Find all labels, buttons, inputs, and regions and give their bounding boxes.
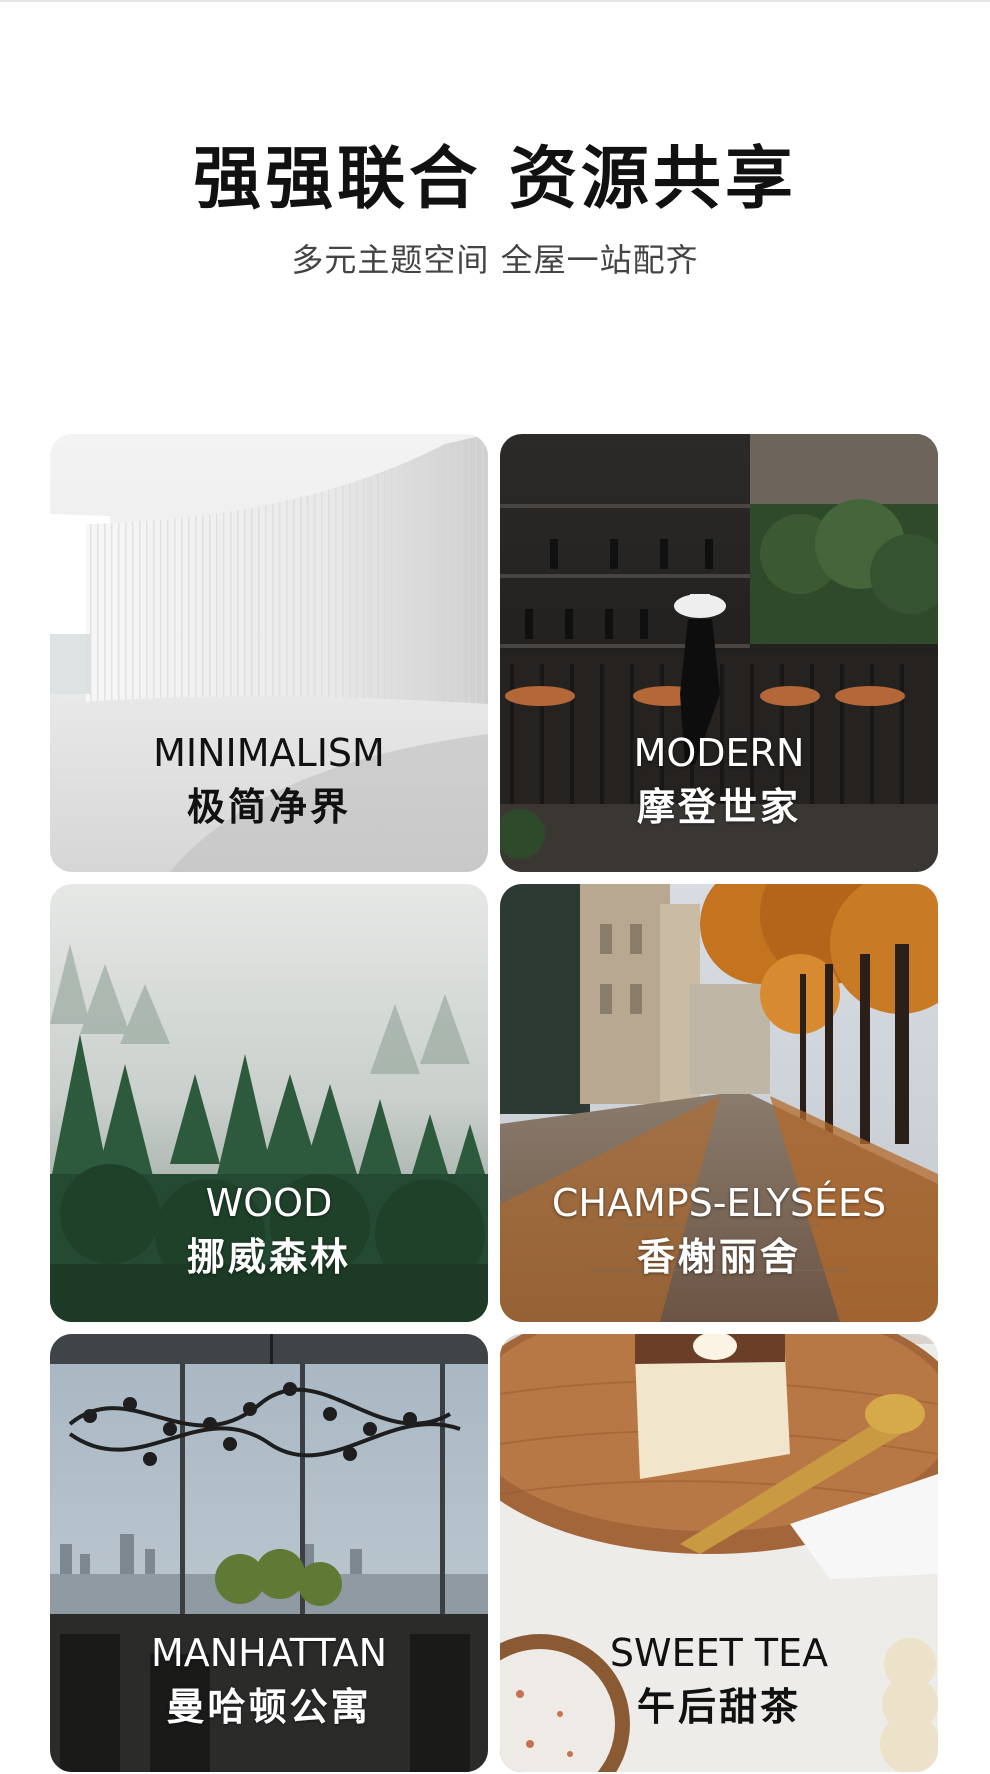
page-title: 强强联合 资源共享 — [193, 140, 797, 219]
theme-card-champs-elysees[interactable]: CHAMPS-ELYSÉES 香榭丽舍 — [500, 884, 938, 1322]
card-caption: SWEET TEA 午后甜茶 — [500, 1626, 938, 1734]
theme-card-modern[interactable]: MODERN 摩登世家 — [500, 434, 938, 872]
card-caption: MODERN 摩登世家 — [500, 726, 938, 834]
theme-name-cn: 摩登世家 — [636, 785, 801, 829]
card-caption: WOOD 挪威森林 — [50, 1176, 488, 1284]
theme-name-en: MODERN — [633, 731, 805, 775]
page-header: 强强联合 资源共享 多元主题空间 全屋一站配齐 — [0, 140, 990, 280]
theme-card-wood[interactable]: WOOD 挪威森林 — [50, 884, 488, 1322]
card-caption: MANHATTAN 曼哈顿公寓 — [50, 1626, 488, 1734]
theme-name-en: MANHATTAN — [150, 1631, 388, 1675]
card-caption: CHAMPS-ELYSÉES 香榭丽舍 — [500, 1176, 938, 1284]
theme-card-sweet-tea[interactable]: SWEET TEA 午后甜茶 — [500, 1334, 938, 1772]
theme-name-cn: 香榭丽舍 — [636, 1235, 801, 1279]
theme-card-manhattan[interactable]: MANHATTAN 曼哈顿公寓 — [50, 1334, 488, 1772]
theme-name-en: MINIMALISM — [153, 731, 385, 775]
theme-name-cn: 曼哈顿公寓 — [166, 1685, 372, 1729]
card-caption: MINIMALISM 极简净界 — [50, 726, 488, 834]
theme-name-en: CHAMPS-ELYSÉES — [551, 1181, 887, 1225]
theme-name-cn: 极简净界 — [186, 785, 351, 829]
theme-name-en: SWEET TEA — [609, 1631, 829, 1675]
page-subtitle: 多元主题空间 全屋一站配齐 — [291, 241, 699, 279]
theme-name-cn: 午后甜茶 — [636, 1685, 801, 1729]
theme-name-en: WOOD — [205, 1181, 333, 1225]
top-divider — [0, 0, 990, 2]
theme-card-minimalism[interactable]: MINIMALISM 极简净界 — [50, 434, 488, 872]
theme-name-cn: 挪威森林 — [186, 1235, 351, 1279]
